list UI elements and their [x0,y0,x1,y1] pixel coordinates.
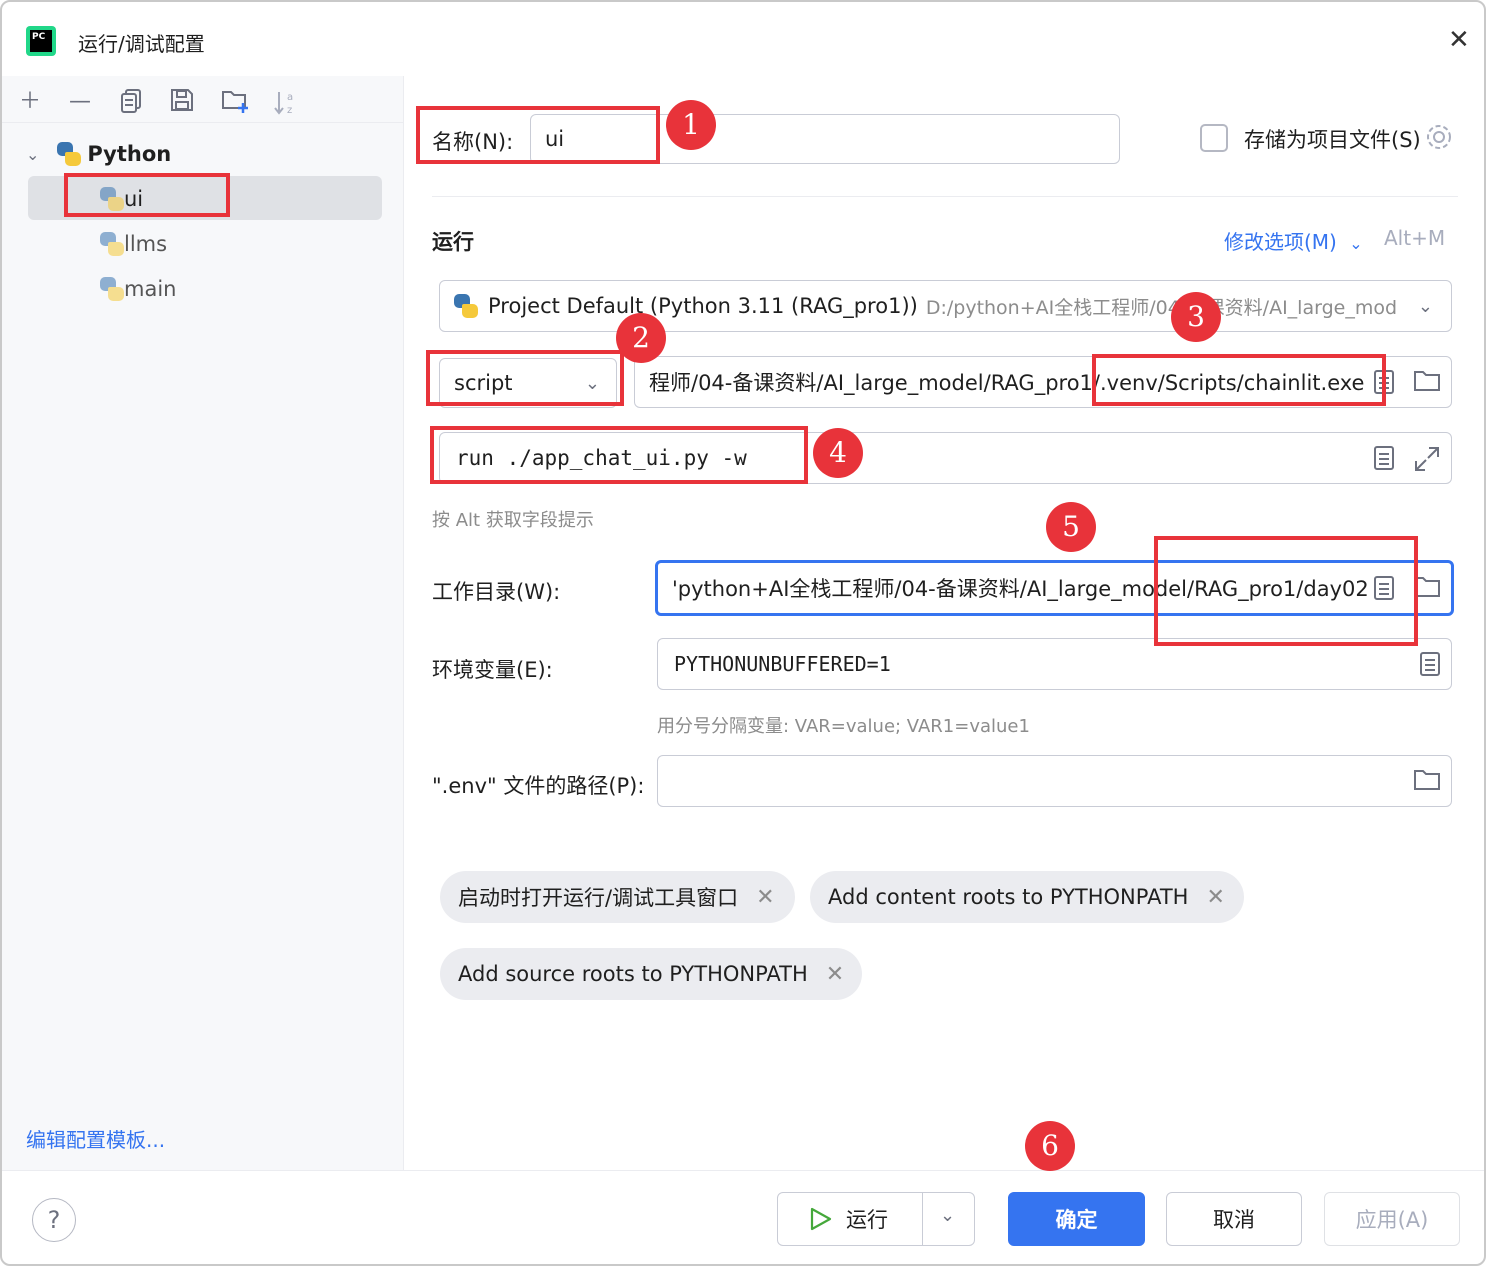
footer-divider [2,1170,1484,1171]
gear-icon[interactable] [1424,122,1454,156]
cancel-button[interactable]: 取消 [1166,1192,1302,1246]
close-icon[interactable]: ✕ [756,885,774,910]
chevron-down-icon: ⌄ [1417,295,1433,317]
svg-text:a: a [287,92,293,103]
modify-options-shortcut: Alt+M [1384,226,1446,250]
sort-icon[interactable]: az [272,88,300,116]
ok-button[interactable]: 确定 [1008,1192,1145,1246]
toolbar-divider [2,122,404,123]
save-icon[interactable] [168,88,196,116]
svg-text:z: z [287,105,292,116]
chevron-down-icon[interactable]: ⌄ [26,145,39,164]
store-as-project-checkbox[interactable] [1200,124,1228,152]
remove-icon[interactable]: — [66,88,94,116]
chip-content-roots[interactable]: Add content roots to PYTHONPATH ✕ [810,871,1244,923]
annotation-box-chainlit [1092,354,1386,406]
config-tree-panel [2,76,404,1170]
field-icons [1373,445,1441,478]
split-divider [922,1193,923,1245]
run-debug-config-dialog: PC 运行/调试配置 ✕ ＋ — az ⌄ Python ui llms mai… [0,0,1486,1266]
tree-item-label: llms [124,232,168,256]
annotation-badge-2: 2 [616,313,666,363]
play-icon [810,1207,832,1231]
title-bar: PC 运行/调试配置 ✕ [2,2,1484,76]
close-icon[interactable]: ✕ [826,962,844,987]
app-icon-text: PC [30,30,52,52]
close-icon[interactable]: ✕ [1206,885,1224,910]
python-config-icon [100,277,124,301]
field-icons [1419,651,1441,682]
chevron-down-icon[interactable]: ⌄ [940,1205,955,1226]
chip-label: 启动时打开运行/调试工具窗口 [458,886,739,910]
chip-label: Add source roots to PYTHONPATH [458,962,808,986]
env-label: 环境变量(E): [432,658,553,682]
tree-item-llms[interactable]: llms [100,224,167,264]
interpreter-name: Project Default (Python 3.11 (RAG_pro1)) [488,294,918,318]
chip-open-run-window[interactable]: 启动时打开运行/调试工具窗口 ✕ [440,871,795,923]
chip-source-roots[interactable]: Add source roots to PYTHONPATH ✕ [440,948,862,1000]
python-interpreter-icon [454,294,478,318]
folder-icon[interactable] [1413,768,1441,797]
tree-group-label: Python [87,142,172,166]
tree-group-python[interactable]: ⌄ Python [26,134,171,174]
python-config-icon [100,232,124,256]
copy-icon[interactable] [118,88,146,116]
annotation-box-name [416,106,660,164]
chip-label: Add content roots to PYTHONPATH [828,885,1189,909]
interpreter-select[interactable]: Project Default (Python 3.11 (RAG_pro1))… [439,280,1452,332]
help-button[interactable]: ? [32,1198,76,1242]
edit-env-icon[interactable] [1419,651,1441,682]
apply-button[interactable]: 应用(A) [1324,1192,1460,1246]
expand-text-icon[interactable] [1373,445,1395,478]
run-button-label: 运行 [846,1208,888,1232]
dotenv-input[interactable] [657,755,1452,807]
env-hint-text: 用分号分隔变量: VAR=value; VAR1=value1 [657,716,1030,737]
section-divider [432,196,1458,197]
interpreter-path: D:/python+AI全栈工程师/04-备课资料/AI_large_mod [925,296,1398,319]
annotation-box-run-type [426,350,624,406]
workdir-label: 工作目录(W): [432,580,561,604]
chevron-down-icon: ⌄ [1349,234,1363,253]
annotation-badge-5: 5 [1046,502,1096,552]
annotation-box-workdir [1154,536,1418,646]
modify-options-label: 修改选项(M) [1224,230,1337,254]
folder-icon[interactable] [1413,369,1441,400]
dotenv-label: ".env" 文件的路径(P): [432,774,645,798]
tree-item-label: main [124,277,177,301]
annotation-badge-1: 1 [666,100,716,150]
modify-options-link[interactable]: 修改选项(M) ⌄ [1224,226,1363,255]
annotation-box-tree-ui [64,173,230,217]
add-icon[interactable]: ＋ [16,88,44,116]
annotation-badge-6: 6 [1025,1121,1075,1171]
maximize-icon[interactable] [1413,445,1441,478]
annotation-badge-4: 4 [813,428,863,478]
run-button[interactable]: 运行 ⌄ [777,1192,975,1246]
python-icon [57,142,82,166]
tree-item-main[interactable]: main [100,269,176,309]
alt-hint-text: 按 Alt 获取字段提示 [432,510,594,531]
section-run-heading: 运行 [432,230,474,254]
close-icon[interactable]: ✕ [1448,27,1470,53]
new-folder-icon[interactable] [220,88,252,116]
annotation-badge-3: 3 [1171,292,1221,342]
store-as-project-label: 存储为项目文件(S) [1244,128,1421,152]
window-title: 运行/调试配置 [78,32,205,56]
pycharm-app-icon: PC [26,26,56,56]
field-icons [1413,768,1441,797]
env-value: PYTHONUNBUFFERED=1 [674,652,891,676]
annotation-box-parameters [430,426,808,484]
edit-templates-link[interactable]: 编辑配置模板... [26,1124,165,1153]
